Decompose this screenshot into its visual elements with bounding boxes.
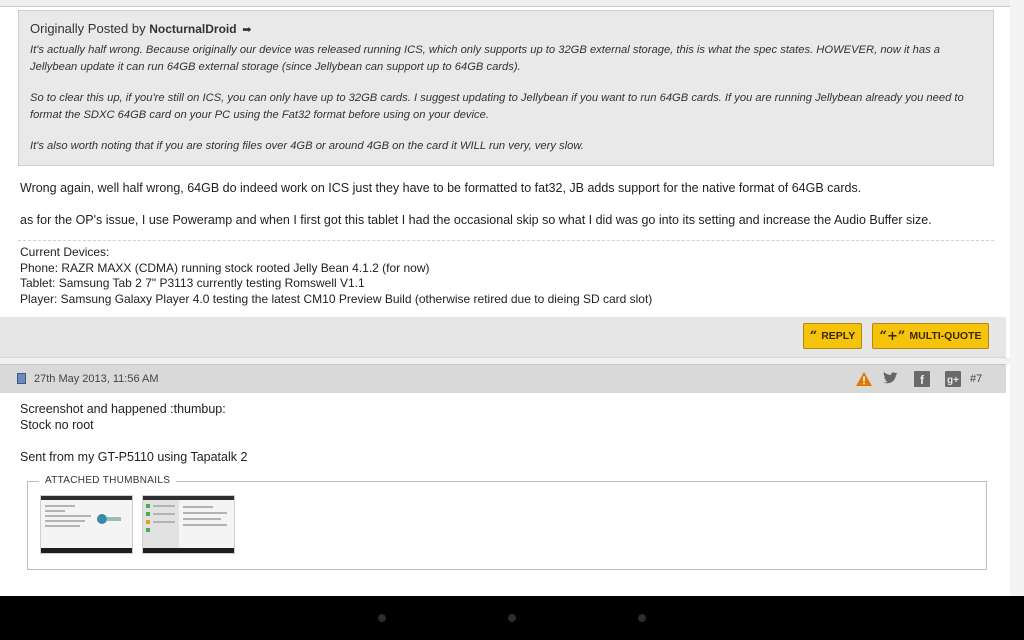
top-edge [0,0,1010,7]
post-action-bar: “ REPLY “+” MULTI-QUOTE [0,317,1006,358]
google-plus-glyph: g+ [947,375,959,386]
quote-prefix: Originally Posted by [30,21,146,36]
scrollbar[interactable] [1010,0,1024,596]
quote-block: Originally Posted by NocturnalDroid ➡ It… [18,10,994,166]
quote-author-link[interactable]: NocturnalDroid [149,22,236,36]
post-number-link[interactable]: #7 [970,373,982,385]
facebook-icon[interactable]: f [913,370,931,388]
attachments-label: ATTACHED THUMBNAILS [39,475,177,486]
post-body-line: Screenshot and happened :thumbup: [20,402,226,416]
recent-apps-icon[interactable] [638,614,646,622]
forum-page: Originally Posted by NocturnalDroid ➡ It… [0,0,1010,596]
system-navigation-bar [0,596,1024,640]
warning-icon[interactable] [855,370,873,388]
attachment-thumbnail[interactable] [40,495,133,554]
quote-paragraph: It's also worth noting that if you are s… [30,140,584,152]
multi-quote-button-label: MULTI-QUOTE [909,330,982,342]
signature: Current Devices: Phone: RAZR MAXX (CDMA)… [20,245,652,307]
google-plus-icon[interactable]: g+ [944,370,962,388]
signature-line: Player: Samsung Galaxy Player 4.0 testin… [20,291,653,306]
twitter-icon[interactable] [881,370,899,388]
signature-line: Phone: RAZR MAXX (CDMA) running stock ro… [20,260,430,275]
reply-button[interactable]: “ REPLY [803,323,862,349]
quote-header: Originally Posted by NocturnalDroid ➡ [30,21,982,36]
back-icon[interactable] [378,614,386,622]
quote-icon: “ [809,328,818,344]
post-document-icon [17,373,26,384]
view-post-arrow-icon[interactable]: ➡ [242,24,251,36]
home-icon[interactable] [508,614,516,622]
signature-line: Tablet: Samsung Tab 2 7" P3113 currently… [20,276,365,290]
post-body-line: as for the OP's issue, I use Poweramp an… [20,213,932,227]
multi-quote-button[interactable]: “+” MULTI-QUOTE [872,323,989,349]
reply-button-label: REPLY [821,330,856,342]
post-body-line: Sent from my GT-P5110 using Tapatalk 2 [20,450,248,464]
post-date: 27th May 2013, 11:56 AM [34,373,159,385]
quote-paragraph: It's actually half wrong. Because origin… [30,44,941,73]
post-body-line: Stock no root [20,418,94,432]
quote-paragraph: So to clear this up, if you're still on … [30,92,964,121]
signature-line: Current Devices: [20,245,110,259]
multi-quote-icon: “+” [879,328,906,344]
attachment-thumbnail[interactable] [142,495,235,554]
post-body-line: Wrong again, well half wrong, 64GB do in… [20,181,862,195]
signature-divider [18,240,994,241]
post-header: 27th May 2013, 11:56 AM f g+ #7 [0,364,1006,393]
